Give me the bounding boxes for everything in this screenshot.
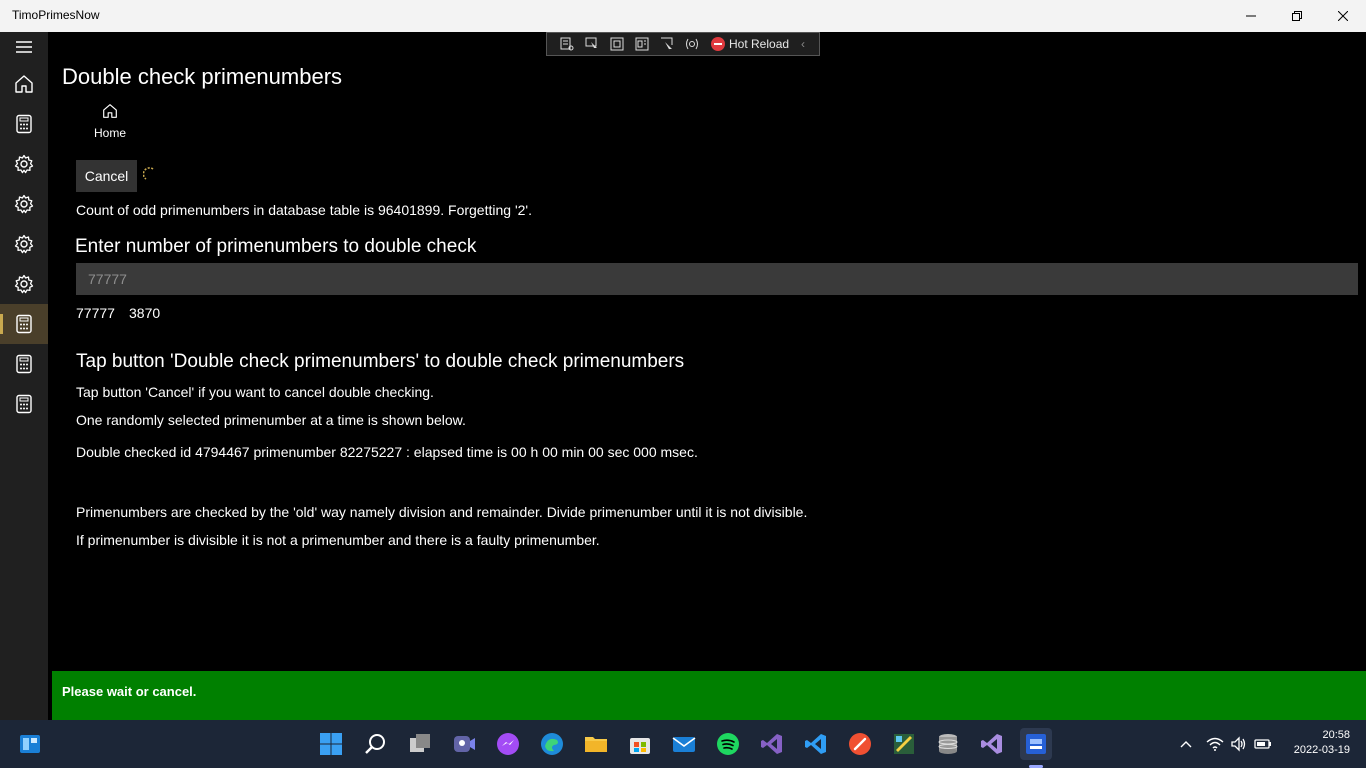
store-icon[interactable] xyxy=(624,728,656,760)
nav-item-settings-1[interactable] xyxy=(0,144,48,184)
maximize-icon xyxy=(1292,11,1302,21)
start-icon[interactable] xyxy=(315,728,347,760)
nav-item-calculator-2[interactable] xyxy=(0,304,48,344)
wifi-icon[interactable] xyxy=(1206,734,1224,754)
clock-time: 20:58 xyxy=(1322,729,1350,741)
nav-item-calculator-1[interactable] xyxy=(0,104,48,144)
close-button[interactable] xyxy=(1320,0,1366,32)
tap-cancel-text: Tap button 'Cancel' if you want to cance… xyxy=(76,384,434,400)
cursor-select-icon[interactable] xyxy=(657,36,677,52)
navigation-pane xyxy=(0,32,48,720)
status-message: Please wait or cancel. xyxy=(62,684,197,699)
window-title: TimoPrimesNow xyxy=(12,8,100,22)
live-tree-icon[interactable] xyxy=(557,36,577,52)
messenger-icon[interactable] xyxy=(492,728,524,760)
taskbar-clock[interactable]: 20:58 2022-03-19 xyxy=(1280,728,1350,758)
gear-icon xyxy=(14,274,34,294)
calculator-icon xyxy=(16,354,32,374)
hot-reload-toolbar: Hot Reload ‹ xyxy=(546,32,820,56)
progress-count-text: 3870 xyxy=(129,305,161,321)
home-icon xyxy=(103,104,117,118)
search-icon[interactable] xyxy=(360,728,392,760)
title-bar: TimoPrimesNow xyxy=(0,0,1366,32)
progress-ring-icon xyxy=(143,167,154,180)
sketch-icon[interactable] xyxy=(888,728,920,760)
git-icon[interactable] xyxy=(844,728,876,760)
nav-item-settings-2[interactable] xyxy=(0,184,48,224)
calculator-icon xyxy=(16,394,32,414)
explanation-text-2: If primenumber is divisible it is not a … xyxy=(76,532,600,548)
nav-item-settings-4[interactable] xyxy=(0,264,48,304)
input-echo-text: 77777 xyxy=(76,305,115,321)
gear-icon xyxy=(14,194,34,214)
display-layout-icon[interactable] xyxy=(607,36,627,52)
visual-studio-icon[interactable] xyxy=(756,728,788,760)
nav-item-home[interactable] xyxy=(0,64,48,104)
volume-icon[interactable] xyxy=(1230,734,1248,754)
visual-studio-preview-icon[interactable] xyxy=(976,728,1008,760)
track-focus-icon[interactable] xyxy=(632,36,652,52)
select-element-icon[interactable] xyxy=(582,36,602,52)
hamburger-menu-button[interactable] xyxy=(0,27,48,67)
taskbar: 20:58 2022-03-19 xyxy=(0,720,1366,768)
enter-heading: Enter number of primenumbers to double c… xyxy=(75,236,477,257)
task-view-icon[interactable] xyxy=(404,728,436,760)
collapse-chevron-icon[interactable]: ‹ xyxy=(801,37,805,51)
page-title: Double check primenumbers xyxy=(62,64,343,89)
edge-icon[interactable] xyxy=(536,728,568,760)
mail-icon[interactable] xyxy=(668,728,700,760)
calculator-icon xyxy=(16,314,32,334)
prime-count-input[interactable] xyxy=(76,263,1358,295)
explanation-text-1: Primenumbers are checked by the 'old' wa… xyxy=(76,504,808,520)
minimize-button[interactable] xyxy=(1228,0,1274,32)
home-button-label: Home xyxy=(93,126,126,140)
close-icon xyxy=(1338,11,1348,21)
calculator-icon xyxy=(16,114,32,134)
menu-icon xyxy=(16,41,32,53)
gear-icon xyxy=(14,234,34,254)
clock-date: 2022-03-19 xyxy=(1293,744,1350,756)
minimize-icon xyxy=(1246,15,1256,17)
show-hidden-icons-chevron-icon[interactable] xyxy=(1179,734,1193,754)
count-text: Count of odd primenumbers in database ta… xyxy=(76,202,532,218)
timoprimesnow-icon[interactable] xyxy=(1020,728,1052,760)
stop-icon[interactable] xyxy=(711,37,725,51)
maximize-button[interactable] xyxy=(1274,0,1320,32)
database-icon[interactable] xyxy=(932,728,964,760)
nav-item-calculator-4[interactable] xyxy=(0,384,48,424)
file-explorer-icon[interactable] xyxy=(580,728,612,760)
random-selection-text: One randomly selected primenumber at a t… xyxy=(76,412,466,428)
teams-icon[interactable] xyxy=(448,728,480,760)
double-checked-text: Double checked id 4794467 primenumber 82… xyxy=(76,444,698,460)
status-bar: Please wait or cancel. xyxy=(52,671,1366,720)
home-icon xyxy=(15,75,33,93)
nav-item-settings-3[interactable] xyxy=(0,224,48,264)
widgets-icon[interactable] xyxy=(14,728,46,760)
vscode-icon[interactable] xyxy=(800,728,832,760)
tap-heading: Tap button 'Double check primenumbers' t… xyxy=(76,351,685,372)
nav-item-calculator-3[interactable] xyxy=(0,344,48,384)
gear-icon xyxy=(14,154,34,174)
home-button[interactable]: Home xyxy=(88,102,132,142)
cancel-button[interactable]: Cancel xyxy=(76,160,137,192)
battery-icon[interactable] xyxy=(1254,734,1272,754)
spotify-icon[interactable] xyxy=(712,728,744,760)
binding-icon[interactable] xyxy=(682,36,702,52)
hot-reload-button[interactable]: Hot Reload xyxy=(729,37,789,51)
